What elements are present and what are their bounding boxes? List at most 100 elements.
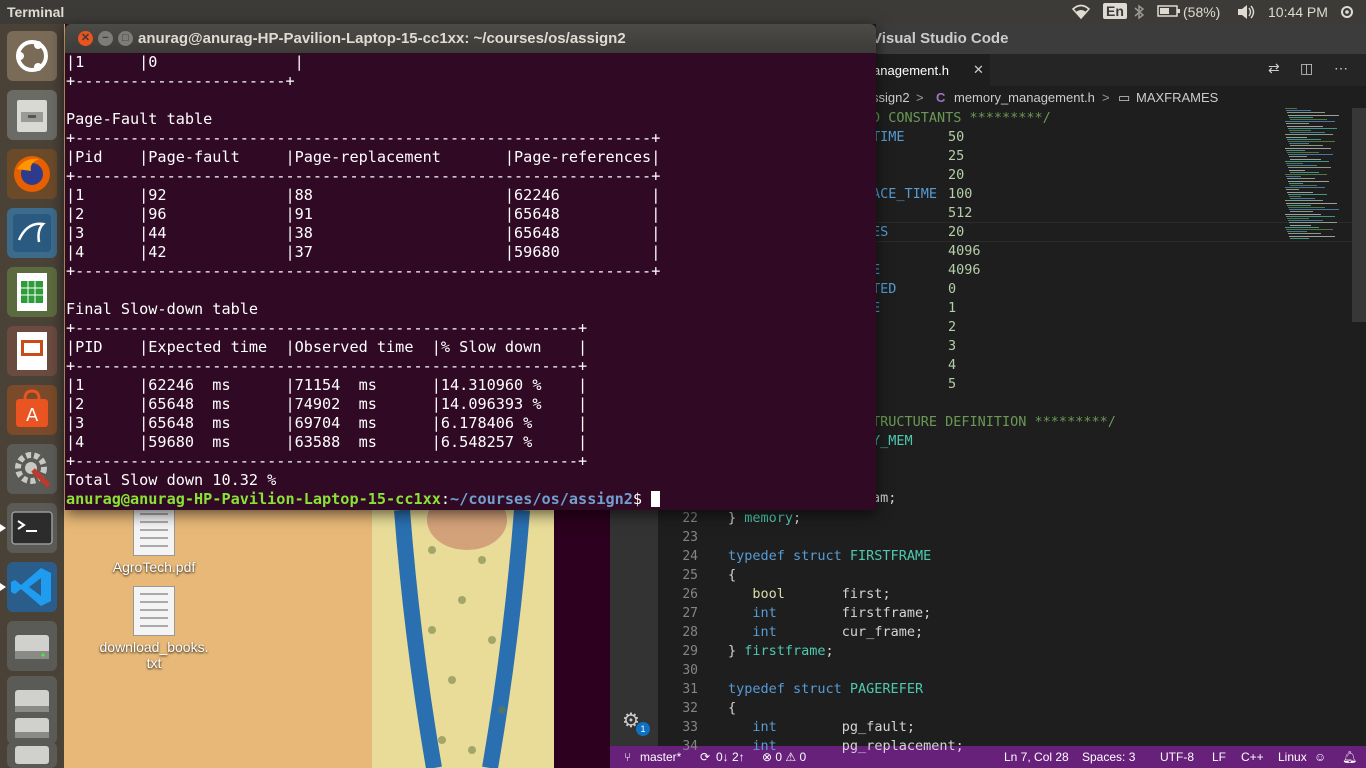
breadcrumb-separator: > — [916, 90, 924, 105]
minimize-window-button[interactable]: − — [98, 31, 113, 46]
status-platform[interactable]: Linux — [1278, 750, 1307, 764]
maximize-window-button[interactable]: □ — [118, 31, 133, 46]
code-line[interactable]: int pg_replacement; — [728, 738, 963, 754]
ubuntu-dash-icon[interactable] — [7, 31, 57, 81]
libreoffice-impress-icon[interactable] — [7, 326, 57, 376]
breadcrumb-file[interactable]: memory_management.h — [954, 90, 1095, 105]
breadcrumb-symbol[interactable]: MAXFRAMES — [1136, 90, 1218, 105]
code-line[interactable]: } memory; — [728, 510, 801, 526]
code-number: 4096 — [948, 243, 981, 259]
c-file-icon: C — [936, 90, 946, 105]
code-line[interactable]: } firstframe; — [728, 643, 834, 659]
code-token: ACE_TIME — [872, 186, 938, 202]
prompt-path: ~/courses/os/assign2 — [450, 490, 633, 508]
code-line[interactable]: { — [728, 567, 736, 583]
terminal-window[interactable]: ✕ − □ anurag@anurag-HP-Pavilion-Laptop-1… — [65, 24, 876, 510]
branch-icon[interactable]: ⑂ — [624, 750, 631, 764]
code-line[interactable]: int pg_fault; — [728, 719, 915, 735]
status-encoding[interactable]: UTF-8 — [1160, 750, 1194, 764]
visual-studio-code-icon[interactable] — [0, 562, 57, 612]
code-line[interactable]: bool first; — [728, 586, 891, 602]
code-line[interactable]: typedef struct FIRSTFRAME — [728, 548, 931, 564]
minimap-line — [1285, 134, 1333, 136]
code-token: ; — [793, 510, 802, 526]
bell-icon[interactable]: 🔔︎ — [1342, 750, 1357, 764]
code-number: 50 — [948, 129, 965, 145]
more-actions-icon[interactable]: ⋯ — [1334, 60, 1348, 77]
code-number: 5 — [948, 376, 957, 392]
minimap-line — [1287, 178, 1315, 180]
keyboard-layout-indicator[interactable]: En — [1103, 3, 1127, 19]
minimap-line — [1289, 196, 1301, 197]
code-number: 25 — [948, 148, 965, 164]
volume-icon[interactable] — [1236, 4, 1256, 23]
system-settings-icon[interactable] — [7, 444, 57, 494]
code-token: pg_fault; — [776, 719, 915, 735]
status-eol[interactable]: LF — [1212, 750, 1226, 764]
minimap-line — [1285, 187, 1325, 189]
clock[interactable]: 10:44 PM — [1268, 4, 1328, 20]
text-file-icon — [133, 586, 175, 636]
code-token: typedef struct — [728, 681, 850, 697]
code-line[interactable]: { — [728, 700, 736, 716]
code-line[interactable]: int cur_frame; — [728, 624, 923, 640]
close-window-button[interactable]: ✕ — [78, 31, 93, 46]
minimap-line — [1286, 136, 1307, 138]
split-editor-icon[interactable]: ◫ — [1300, 60, 1313, 77]
wifi-icon[interactable] — [1071, 4, 1091, 23]
minimap-line — [1290, 171, 1319, 173]
files-icon[interactable] — [7, 90, 57, 140]
launcher: A — [0, 24, 64, 768]
minimap-line — [1285, 121, 1335, 123]
minimap[interactable] — [1285, 108, 1347, 248]
status-language[interactable]: C++ — [1241, 750, 1264, 764]
sync-icon[interactable]: ⟳ — [700, 750, 710, 764]
code-token: first; — [784, 586, 891, 602]
status-cursor-position[interactable]: Ln 7, Col 28 — [1004, 750, 1069, 764]
battery-percentage[interactable]: (58%) — [1183, 4, 1220, 20]
minimap-line — [1290, 237, 1309, 239]
drive-icon[interactable] — [7, 621, 57, 671]
breadcrumb-folder[interactable]: ssign2 — [872, 90, 910, 105]
drive-icon[interactable] — [7, 712, 57, 744]
drive-icon[interactable] — [7, 742, 57, 768]
minimap-line — [1288, 141, 1335, 142]
minimap-line — [1286, 176, 1301, 178]
minimap-line — [1289, 156, 1307, 158]
libreoffice-calc-icon[interactable] — [7, 267, 57, 317]
code-token: firstframe — [744, 643, 826, 659]
terminal-icon[interactable] — [0, 503, 57, 553]
line-number: 33 — [682, 720, 698, 735]
minimap-line — [1288, 220, 1323, 222]
open-changes-icon[interactable]: ⇄ — [1268, 60, 1280, 77]
terminal-titlebar[interactable]: ✕ − □ anurag@anurag-HP-Pavilion-Laptop-1… — [65, 24, 876, 53]
code-token: firstframe; — [776, 605, 932, 621]
code-token: bool — [728, 586, 785, 602]
power-gear-icon[interactable] — [1338, 4, 1356, 23]
status-indentation[interactable]: Spaces: 3 — [1082, 750, 1135, 764]
terminal-cursor[interactable] — [651, 491, 661, 507]
mysql-workbench-icon[interactable] — [7, 208, 57, 258]
code-number: 2 — [948, 319, 957, 335]
firefox-icon[interactable] — [7, 149, 57, 199]
code-line[interactable]: int firstframe; — [728, 605, 931, 621]
editor-scrollbar[interactable] — [1352, 108, 1366, 322]
close-icon[interactable]: ✕ — [973, 62, 984, 78]
active-app-title: Terminal — [7, 4, 65, 20]
desktop-file-label: download_books. txt — [99, 639, 209, 671]
code-line[interactable]: typedef struct PAGEREFER — [728, 681, 923, 697]
terminal-body[interactable]: |1 |0 | +-----------------------+ Page-F… — [66, 53, 874, 510]
code-number: 4096 — [948, 262, 981, 278]
desktop-file-download-books-txt[interactable]: download_books. txt — [99, 586, 209, 671]
code-token: } — [728, 510, 745, 526]
code-number: 1 — [948, 300, 957, 316]
desktop-file-agrotech-pdf[interactable]: AgroTech.pdf — [99, 506, 209, 575]
minimap-line — [1288, 180, 1329, 182]
code-number: 20 — [948, 224, 965, 240]
battery-icon[interactable] — [1157, 4, 1181, 21]
feedback-smiley-icon[interactable]: ☺ — [1314, 750, 1326, 764]
bluetooth-icon[interactable] — [1133, 4, 1145, 23]
minimap-line — [1290, 132, 1325, 134]
ubuntu-software-icon[interactable]: A — [7, 385, 57, 435]
minimap-line — [1289, 169, 1305, 171]
